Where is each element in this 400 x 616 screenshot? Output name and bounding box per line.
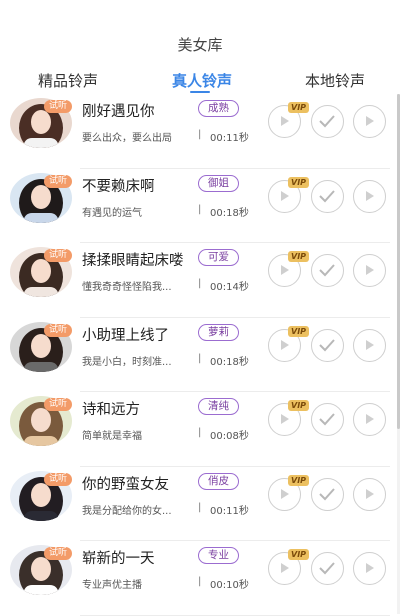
- ringtone-description: 要么出众，要么出局: [82, 133, 172, 144]
- ringtone-description: 有遇见的运气: [82, 207, 142, 219]
- ringtone-title: 诗和远方: [82, 402, 140, 418]
- vip-badge: VIP: [288, 549, 310, 560]
- play-icon: [366, 563, 374, 573]
- active-tab-indicator: [190, 91, 210, 93]
- play-button[interactable]: [353, 552, 386, 585]
- avatar-container[interactable]: 试听: [10, 98, 74, 150]
- tab-premium-ringtones[interactable]: 精品铃声: [38, 70, 98, 91]
- duration-label: 00:08秒: [210, 431, 249, 442]
- ringtone-description: 懂我奇奇怪怪陷我...: [82, 282, 172, 293]
- avatar-container[interactable]: 试听: [10, 247, 74, 299]
- separator: |: [198, 352, 202, 364]
- checkmark-icon: [319, 189, 335, 202]
- list-item[interactable]: 试听 诗和远方 清纯 简单就是幸福 | 00:08秒 VIP: [0, 392, 400, 467]
- avatar-container[interactable]: 试听: [10, 172, 74, 225]
- style-tag: 清纯: [198, 398, 239, 415]
- style-tag: 可爱: [198, 249, 239, 266]
- trial-listen-badge[interactable]: 试听: [43, 398, 72, 411]
- avatar-container[interactable]: 试听: [10, 396, 74, 448]
- play-button[interactable]: [353, 179, 386, 213]
- ringtone-list: 试听 刚好遇见你 成熟 要么出众，要么出局 | 00:11秒 VIP 试听 不要…: [0, 94, 400, 616]
- separator: |: [198, 203, 202, 215]
- list-item[interactable]: 试听 小助理上线了 萝莉 我是小白，时刻准... | 00:18秒 VIP: [0, 318, 400, 392]
- list-item[interactable]: 试听 刚好遇见你 成熟 要么出众，要么出局 | 00:11秒 VIP: [0, 94, 400, 169]
- play-icon: [366, 414, 374, 424]
- tab-real-voice-ringtones[interactable]: 真人铃声: [172, 70, 232, 91]
- play-button[interactable]: [353, 477, 386, 511]
- list-item[interactable]: 试听 揉揉眼睛起床喽 可爱 懂我奇奇怪怪陷我... | 00:14秒 VIP: [0, 243, 400, 318]
- vip-badge: VIP: [288, 251, 310, 262]
- top-bar: 美女库: [0, 0, 400, 60]
- play-icon: [366, 339, 374, 350]
- set-ringtone-button[interactable]: [311, 254, 344, 287]
- ringtone-title: 刚好遇见你: [82, 104, 155, 120]
- set-ringtone-button[interactable]: [311, 403, 344, 436]
- trial-listen-badge[interactable]: 试听: [43, 249, 72, 262]
- play-button[interactable]: [353, 105, 386, 138]
- list-item[interactable]: 试听 崭新的一天 专业 专业声优主播 | 00:10秒 VIP: [0, 541, 400, 616]
- separator: |: [198, 427, 202, 438]
- vip-badge: VIP: [288, 325, 310, 337]
- play-icon: [366, 265, 374, 275]
- set-ringtone-button[interactable]: [311, 328, 344, 362]
- ringtone-title: 小助理上线了: [82, 327, 169, 344]
- avatar-container[interactable]: 试听: [10, 470, 74, 523]
- set-ringtone-button[interactable]: [311, 552, 344, 585]
- ringtone-description: 专业声优主播: [82, 580, 142, 591]
- tab-local-ringtones[interactable]: 本地铃声: [305, 70, 365, 91]
- checkmark-icon: [319, 115, 335, 128]
- set-ringtone-button[interactable]: [311, 179, 344, 213]
- style-tag: 成熟: [198, 100, 239, 117]
- trial-listen-badge[interactable]: 试听: [43, 174, 72, 188]
- style-tag: 御姐: [198, 174, 239, 192]
- duration-label: 00:18秒: [210, 356, 249, 368]
- separator: |: [198, 129, 202, 140]
- checkmark-icon: [319, 562, 335, 575]
- checkmark-icon: [319, 487, 335, 500]
- play-icon: [366, 116, 374, 126]
- trial-listen-badge[interactable]: 试听: [43, 547, 72, 560]
- play-button[interactable]: [353, 403, 386, 436]
- play-icon: [366, 488, 374, 499]
- ringtone-title: 揉揉眼睛起床喽: [82, 253, 184, 269]
- duration-label: 00:10秒: [210, 580, 249, 591]
- duration-label: 00:11秒: [210, 505, 249, 517]
- separator: |: [198, 501, 202, 513]
- ringtone-description: 我是小白，时刻准...: [82, 356, 172, 368]
- vip-badge: VIP: [288, 400, 310, 411]
- trial-listen-badge[interactable]: 试听: [43, 472, 72, 486]
- page-title: 美女库: [177, 36, 223, 54]
- ringtone-title: 崭新的一天: [82, 551, 155, 567]
- duration-label: 00:11秒: [210, 133, 249, 144]
- vip-badge: VIP: [288, 474, 310, 486]
- vip-badge: VIP: [288, 176, 310, 188]
- checkmark-icon: [319, 264, 335, 277]
- set-ringtone-button[interactable]: [311, 105, 344, 138]
- ringtone-description: 我是分配给你的女...: [82, 505, 172, 517]
- play-button[interactable]: [353, 328, 386, 362]
- style-tag: 俏皮: [198, 472, 239, 490]
- checkmark-icon: [319, 413, 335, 426]
- play-button[interactable]: [353, 254, 386, 287]
- play-icon: [366, 190, 374, 201]
- separator: |: [198, 576, 202, 587]
- trial-listen-badge[interactable]: 试听: [43, 323, 72, 337]
- style-tag: 专业: [198, 547, 239, 564]
- ringtone-title: 你的野蛮女友: [82, 476, 169, 493]
- vip-badge: VIP: [288, 102, 310, 113]
- avatar-container[interactable]: 试听: [10, 321, 74, 374]
- separator: |: [198, 278, 202, 289]
- set-ringtone-button[interactable]: [311, 477, 344, 511]
- checkmark-icon: [319, 338, 335, 351]
- trial-listen-badge[interactable]: 试听: [43, 100, 72, 113]
- ringtone-description: 简单就是幸福: [82, 431, 142, 442]
- row-divider: [80, 614, 390, 616]
- duration-label: 00:14秒: [210, 282, 249, 293]
- list-item[interactable]: 试听 你的野蛮女友 俏皮 我是分配给你的女... | 00:11秒 VIP: [0, 467, 400, 541]
- avatar-container[interactable]: 试听: [10, 545, 74, 597]
- duration-label: 00:18秒: [210, 207, 249, 219]
- list-item[interactable]: 试听 不要赖床啊 御姐 有遇见的运气 | 00:18秒 VIP: [0, 169, 400, 243]
- ringtone-title: 不要赖床啊: [82, 178, 155, 195]
- style-tag: 萝莉: [198, 323, 239, 341]
